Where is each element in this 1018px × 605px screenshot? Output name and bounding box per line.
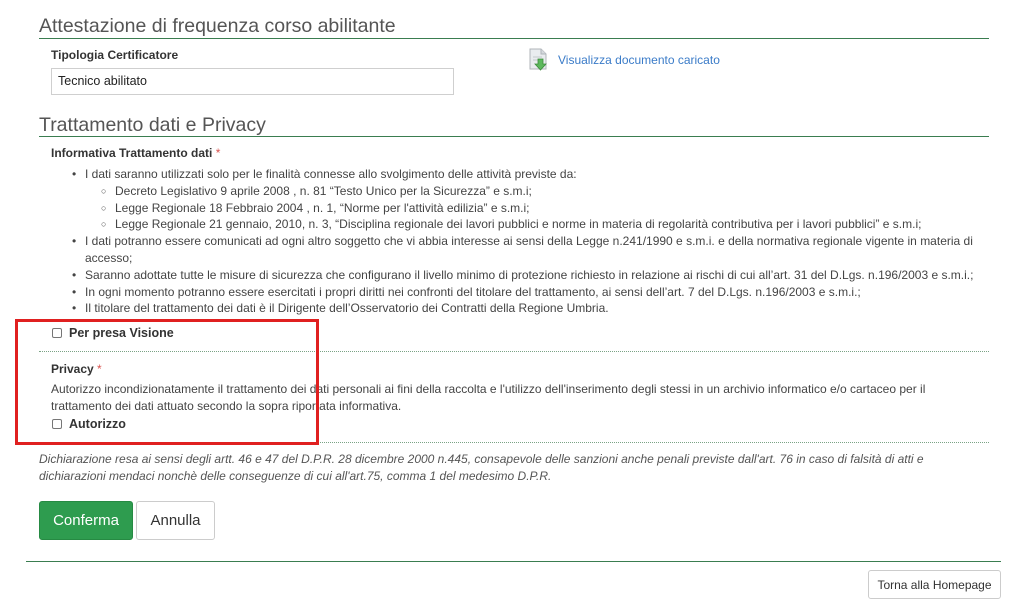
cancel-button[interactable]: Annulla: [136, 501, 215, 540]
list-item: I dati potranno essere comunicati ad ogn…: [72, 233, 1015, 267]
informativa-label: Informativa Trattamento dati *: [51, 146, 220, 160]
view-document-link-text[interactable]: Visualizza documento caricato: [558, 53, 720, 67]
informativa-list: I dati saranno utilizzati solo per le fi…: [51, 166, 1015, 317]
list-item: In ogni momento potranno essere esercita…: [72, 284, 1015, 301]
section-title-privacy: Trattamento dati e Privacy: [39, 114, 266, 136]
sub-list-item: Legge Regionale 21 gennaio, 2010, n. 3, …: [101, 216, 1015, 233]
sub-list: Decreto Legislativo 9 aprile 2008 , n. 8…: [85, 183, 1015, 233]
tipologia-input[interactable]: Tecnico abilitato: [51, 68, 454, 95]
sub-list-item: Decreto Legislativo 9 aprile 2008 , n. 8…: [101, 183, 1015, 200]
homepage-button[interactable]: Torna alla Homepage: [868, 570, 1001, 599]
list-item: Il titolare del trattamento dei dati è i…: [72, 300, 1015, 317]
tipologia-label: Tipologia Certificatore: [51, 48, 179, 62]
list-item: I dati saranno utilizzati solo per le fi…: [72, 166, 1015, 233]
list-item: Saranno adottate tutte le misure di sicu…: [72, 267, 1015, 284]
declaration-text: Dichiarazione resa ai sensi degli artt. …: [39, 452, 924, 483]
list-item-text: I dati saranno utilizzati solo per le fi…: [85, 167, 577, 181]
required-mark: *: [215, 146, 221, 160]
view-document-link[interactable]: Visualizza documento caricato: [528, 48, 720, 72]
footer-divider: [26, 561, 1001, 562]
sub-list-item: Legge Regionale 18 Febbraio 2004 , n. 1,…: [101, 200, 1015, 217]
highlight-annotation-box: [15, 319, 319, 445]
section-divider: [39, 136, 989, 137]
document-download-icon: [528, 48, 549, 72]
section-title-attestazione: Attestazione di frequenza corso abilitan…: [39, 15, 396, 37]
section-divider: [39, 38, 989, 39]
informativa-label-text: Informativa Trattamento dati: [51, 146, 213, 160]
confirm-button[interactable]: Conferma: [39, 501, 133, 540]
